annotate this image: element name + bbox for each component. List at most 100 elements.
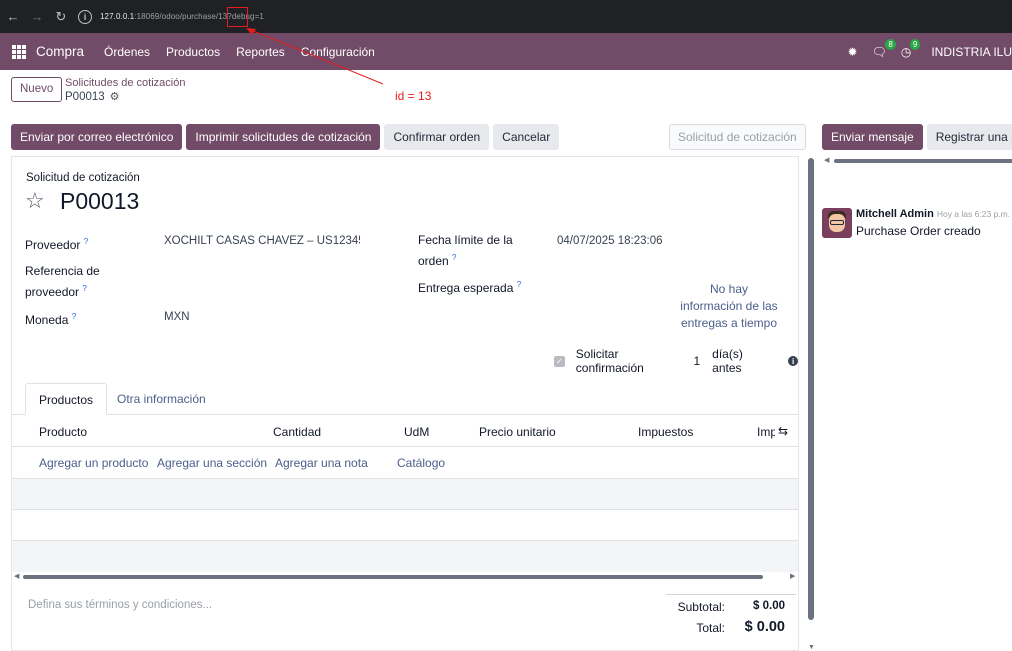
column-settings-icon[interactable]: ⇆ (778, 424, 788, 438)
star-icon[interactable]: ☆ (25, 188, 45, 214)
add-note-link[interactable]: Agregar una nota (275, 456, 368, 470)
site-info-icon[interactable]: i (78, 9, 92, 24)
print-rfq-button[interactable]: Imprimir solicitudes de cotización (186, 124, 381, 150)
scroll-right-icon[interactable]: ▶ (790, 572, 795, 580)
column-producto[interactable]: Producto (39, 425, 87, 439)
messages-icon[interactable]: 🗨 8 (872, 38, 896, 59)
avatar[interactable] (822, 208, 852, 238)
column-udm[interactable]: UdM (404, 425, 429, 439)
cancel-button[interactable]: Cancelar (493, 124, 560, 150)
confirm-order-button[interactable]: Confirmar orden (384, 124, 490, 150)
column-precio-unitario[interactable]: Precio unitario (479, 425, 556, 439)
control-panel: Nuevo Solicitudes de cotización P00013 ⚙ … (0, 70, 1012, 120)
reload-icon[interactable]: ↻ (50, 6, 72, 28)
form-vertical-scrollbar[interactable]: ▼ (806, 156, 816, 651)
messages-badge: 8 (885, 38, 896, 50)
help-icon[interactable]: ? (452, 253, 456, 262)
add-product-link[interactable]: Agregar un producto (39, 456, 148, 470)
company-switcher[interactable]: INDISTRIA ILU (931, 45, 1012, 59)
record-type-label: Solicitud de cotización (26, 172, 140, 184)
form-action-bar: Enviar por correo electrónico Imprimir s… (11, 124, 563, 150)
send-email-button[interactable]: Enviar por correo electrónico (11, 124, 183, 150)
add-section-link[interactable]: Agregar una sección (157, 456, 267, 470)
main-navbar: Compra Órdenes Productos Reportes Config… (0, 33, 1012, 70)
message-author-name[interactable]: Mitchell Admin (856, 208, 934, 220)
order-lines-header: Producto Cantidad UdM Precio unitario Im… (12, 416, 798, 447)
form-sheet: Solicitud de cotización ☆ P00013 Proveed… (11, 156, 799, 651)
chatter-buttons: Enviar mensaje Registrar una no (822, 124, 1012, 150)
column-importe[interactable]: Imp (757, 425, 775, 439)
scrollbar-thumb[interactable] (23, 575, 763, 579)
debug-bug-icon[interactable]: ✹ (848, 45, 858, 59)
new-button[interactable]: Nuevo (11, 77, 63, 102)
deadline-label: Fecha límite de la orden ? (418, 232, 528, 270)
ask-confirmation-days[interactable]: 1 (693, 354, 700, 368)
scroll-down-icon[interactable]: ▼ (808, 644, 815, 651)
deadline-label-text: Fecha límite de la orden (418, 233, 513, 268)
scrollbar-thumb[interactable] (834, 159, 1012, 163)
deadline-field[interactable]: 04/07/2025 18:23:06 (557, 235, 663, 247)
vendor-ref-label: Referencia de proveedor ? (25, 263, 135, 301)
message-time: Hoy a las 6:23 p.m. (936, 209, 1011, 219)
back-icon[interactable]: ← (2, 6, 24, 28)
subtotal-value: $ 0.00 (753, 600, 785, 612)
menu-ordenes[interactable]: Órdenes (104, 45, 150, 59)
activities-badge: 9 (909, 38, 921, 50)
ask-confirmation-row: ✓ Solicitar confirmación 1 día(s) antes … (554, 347, 798, 375)
help-icon[interactable]: ? (84, 237, 88, 246)
menu-configuracion[interactable]: Configuración (301, 45, 375, 59)
table-row (12, 510, 798, 541)
table-row (12, 479, 798, 510)
notebook-tabs: Productos Otra información (12, 383, 798, 415)
breadcrumb-parent[interactable]: Solicitudes de cotización (65, 77, 185, 89)
tab-otra-informacion[interactable]: Otra información (104, 383, 219, 415)
help-icon[interactable]: ? (72, 312, 76, 321)
scroll-left-icon[interactable]: ◀ (824, 156, 829, 164)
help-icon[interactable]: ? (82, 284, 86, 293)
vendor-field[interactable]: XOCHILT CASAS CHAVEZ – US12345 (164, 235, 360, 247)
gear-icon[interactable]: ⚙ (110, 90, 120, 103)
column-cantidad[interactable]: Cantidad (273, 425, 321, 439)
terms-field[interactable]: Defina sus términos y condiciones... (28, 599, 212, 611)
currency-label-text: Moneda (25, 313, 69, 327)
url-highlight-box (227, 7, 248, 27)
vendor-ref-label-text: Referencia de proveedor (25, 264, 100, 299)
message-author: Mitchell Admin Hoy a las 6:23 p.m. (856, 208, 1010, 220)
app-name[interactable]: Compra (36, 44, 84, 59)
scrollbar-thumb[interactable] (808, 158, 814, 620)
breadcrumb-current: P00013 ⚙ (65, 90, 120, 104)
scroll-left-icon[interactable]: ◀ (14, 572, 19, 580)
forward-icon[interactable]: → (26, 6, 48, 28)
ask-confirmation-label: Solicitar confirmación (575, 347, 644, 375)
add-line-row: Agregar un producto Agregar una sección … (12, 448, 798, 479)
days-before-label: día(s) antes (712, 347, 743, 375)
expected-label: Entrega esperada ? (418, 276, 521, 297)
help-icon[interactable]: ? (517, 280, 521, 289)
total-value: $ 0.00 (744, 619, 785, 635)
menu-productos[interactable]: Productos (166, 45, 220, 59)
table-row (12, 541, 798, 572)
chatter-horizontal-scrollbar[interactable]: ◀ (824, 156, 1012, 164)
browser-toolbar: ← → ↻ i 127.0.0.1:18069/odoo/purchase/13… (0, 0, 1012, 33)
chatter-panel: Enviar mensaje Registrar una no ◀ Mitche… (818, 120, 1012, 651)
status-badge[interactable]: Solicitud de cotización (669, 124, 806, 150)
vendor-label: Proveedor ? (25, 233, 88, 254)
ask-confirmation-checkbox[interactable]: ✓ (554, 355, 565, 367)
annotation-text: id = 13 (395, 89, 432, 103)
tab-productos[interactable]: Productos (25, 383, 108, 415)
send-message-button[interactable]: Enviar mensaje (822, 124, 923, 150)
on-time-info: No hay información de las entregas a tie… (680, 282, 778, 330)
activities-clock-icon[interactable]: ◷ 9 (901, 38, 921, 59)
currency-label: Moneda ? (25, 308, 76, 329)
table-horizontal-scrollbar[interactable]: ◀ ▶ (12, 572, 798, 582)
vendor-label-text: Proveedor (25, 238, 81, 252)
apps-menu-icon[interactable] (12, 44, 26, 59)
currency-field[interactable]: MXN (164, 311, 190, 323)
record-name: P00013 (60, 188, 140, 214)
log-note-button[interactable]: Registrar una no (926, 124, 1012, 150)
menu-reportes[interactable]: Reportes (236, 45, 285, 59)
column-impuestos[interactable]: Impuestos (638, 425, 693, 439)
catalog-link[interactable]: Catálogo (397, 456, 445, 470)
expected-label-text: Entrega esperada (418, 281, 514, 295)
info-icon[interactable]: i (788, 356, 798, 366)
